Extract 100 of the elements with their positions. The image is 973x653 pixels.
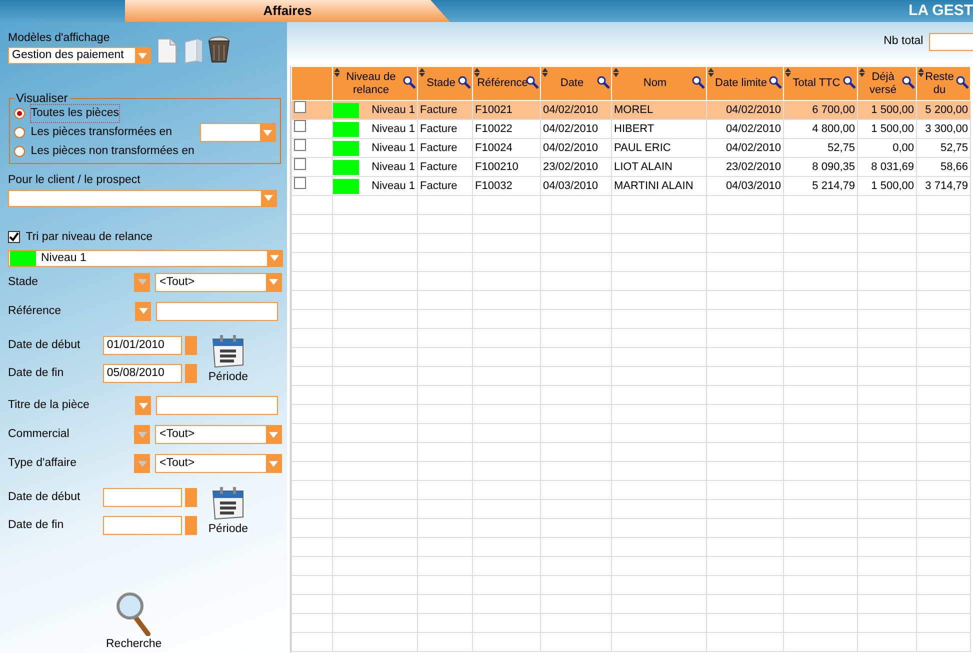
dropdown-arrow-icon [138, 460, 147, 466]
app-title: LA GEST [908, 1, 973, 21]
table-cell: 04/03/2010 [726, 180, 781, 192]
dropdown-arrow-icon [138, 279, 147, 286]
table-cell: 04/02/2010 [543, 122, 598, 134]
search-icon[interactable] [403, 76, 416, 89]
table-cell: 1 500,00 [871, 104, 914, 116]
search-icon[interactable] [843, 76, 856, 89]
field-label: Référence [8, 304, 62, 319]
search-icon[interactable] [692, 76, 705, 89]
model-select[interactable]: Gestion des paiement [8, 47, 151, 64]
table-cell: 52,75 [940, 142, 968, 154]
table-cell-text: Niveau 1 [372, 102, 415, 118]
checkbox[interactable] [8, 231, 20, 244]
dropdown-arrow-icon [138, 432, 147, 438]
search-icon[interactable] [597, 76, 610, 89]
checkbox-label[interactable]: Tri par niveau de relance [26, 228, 153, 246]
field-label: Titre de la pièce [8, 398, 90, 413]
table-cell-text: Niveau 1 [372, 122, 415, 136]
radio-label[interactable]: Les pièces transformées en [30, 124, 172, 142]
table-cell-text: Niveau 1 [372, 178, 415, 194]
operator-button[interactable] [135, 302, 151, 321]
module-tab[interactable]: Affaires [125, 0, 450, 22]
date-field[interactable] [103, 488, 182, 508]
table-cell: 5 200,00 [925, 104, 968, 116]
column-header[interactable]: Nom [643, 77, 667, 90]
table-cell: 04/02/2010 [726, 142, 781, 154]
search-icon [116, 592, 152, 636]
table-cell: 1 500,00 [871, 180, 914, 192]
table-cell-text: Niveau 1 [372, 160, 415, 174]
table-cell: 3 300,00 [925, 122, 968, 134]
models-label: Modèles d'affichage [8, 31, 111, 46]
search-icon[interactable] [769, 76, 782, 89]
table-cell: Facture [420, 122, 458, 134]
dropdown-arrow-icon [138, 52, 147, 59]
table-row[interactable]: Niveau 1 Facture F10032 04/03/2010 MARTINI ALAIN 04/03/2010 5 214,79 1 500,00 3 714,79 [292, 176, 970, 196]
search-button[interactable]: Recherche [106, 592, 162, 653]
period-button[interactable]: Période [208, 485, 248, 538]
table-cell: F10024 [475, 142, 512, 154]
table-row[interactable]: Niveau 1 Facture F10024 04/02/2010 PAUL ERIC 04/02/2010 52,75 0,00 52,75 [292, 138, 970, 158]
date-field[interactable] [103, 516, 182, 536]
row-checkbox[interactable] [294, 102, 306, 113]
dropdown-arrow-icon [263, 130, 272, 136]
field-label: Date de début [8, 490, 82, 505]
table-cell: MARTINI ALAIN [614, 180, 694, 192]
field-label: Stade [8, 274, 40, 290]
table-cell: 1 500,00 [871, 122, 914, 134]
input-field[interactable] [156, 396, 278, 415]
client-select[interactable] [8, 190, 277, 206]
row-checkbox[interactable] [294, 140, 306, 151]
filter-select[interactable]: <Tout> [155, 272, 282, 292]
group-label: Visualiser [15, 92, 69, 104]
table-cell: 04/03/2010 [543, 180, 598, 192]
table-cell: 5 214,79 [812, 180, 855, 192]
field-label: Date de début [8, 338, 82, 353]
total-label: Nb total [884, 34, 924, 49]
field-label: Date de fin [8, 366, 65, 381]
radio-button[interactable] [14, 146, 25, 158]
table-row[interactable]: Niveau 1 Facture F10022 04/02/2010 HIBERT 04/02/2010 4 800,00 1 500,00 3 300,00 [292, 120, 970, 138]
table-row[interactable]: Niveau 1 Facture F100210 23/02/2010 LIOT ALAIN 23/02/2010 8 090,35 8 031,69 58,66 [292, 158, 970, 176]
search-icon[interactable] [458, 76, 471, 89]
field-label: Date de fin [8, 518, 65, 533]
table-cell: MOREL [614, 104, 654, 116]
date-field[interactable]: 05/08/2010 [103, 364, 182, 383]
operator-button[interactable] [135, 396, 151, 415]
search-icon[interactable] [902, 76, 915, 89]
calendar-icon [210, 485, 246, 521]
level-select[interactable]: Niveau 1 [8, 250, 283, 267]
type-select[interactable] [200, 123, 276, 142]
table-row[interactable]: Niveau 1 Facture F10021 04/02/2010 MOREL 04/02/2010 6 700,00 1 500,00 5 200,00 [292, 100, 970, 120]
table-cell: 04/02/2010 [726, 122, 781, 134]
date-field[interactable]: 01/01/2010 [103, 336, 182, 355]
radio-label[interactable]: Toutes les pièces [30, 105, 119, 122]
filter-select[interactable]: <Tout> [155, 454, 282, 473]
column-header[interactable]: Date [560, 77, 584, 90]
row-checkbox[interactable] [294, 158, 306, 170]
input-field[interactable] [156, 302, 278, 321]
table-cell: HIBERT [614, 122, 654, 134]
table-cell: F10032 [475, 180, 512, 192]
search-icon[interactable] [526, 76, 539, 89]
row-checkbox[interactable] [294, 178, 306, 189]
dropdown-arrow-icon [269, 279, 278, 286]
dropdown-arrow-icon [138, 402, 148, 408]
trash-icon[interactable] [208, 36, 230, 64]
period-button[interactable]: Période [208, 332, 248, 386]
table-cell: 8 031,69 [871, 160, 914, 172]
table-cell: 4 800,00 [812, 122, 855, 134]
table-cell: 52,75 [827, 142, 855, 154]
client-label: Pour le client / le prospect [8, 173, 142, 188]
dropdown-arrow-icon [264, 195, 273, 201]
search-icon[interactable] [956, 76, 969, 89]
field-label: Commercial [8, 426, 70, 442]
dropdown-arrow-icon [269, 460, 278, 466]
table-cell: 6 700,00 [812, 104, 855, 116]
radio-button[interactable] [14, 127, 25, 138]
row-checkbox[interactable] [294, 120, 306, 132]
filter-select[interactable]: <Tout> [155, 425, 282, 444]
dropdown-arrow-icon [269, 432, 278, 438]
radio-label[interactable]: Les pièces non transformées en [30, 143, 194, 160]
radio-button[interactable] [14, 108, 25, 120]
